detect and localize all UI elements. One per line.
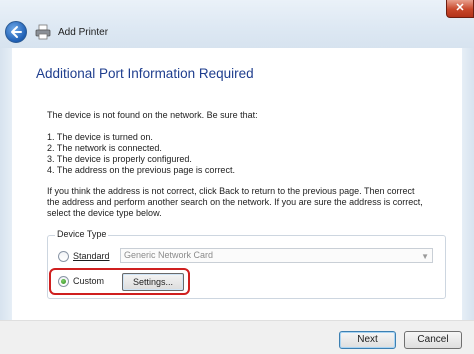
checklist-item: 4. The address on the previous page is c… [47, 165, 235, 175]
settings-button[interactable]: Settings... [122, 273, 184, 291]
page-heading: Additional Port Information Required [36, 66, 254, 81]
device-type-label: Device Type [55, 229, 109, 239]
standard-device-select[interactable]: Generic Network Card ▼ [120, 248, 433, 263]
window-frame-right [462, 48, 474, 320]
printer-icon [35, 24, 51, 40]
standard-device-value: Generic Network Card [124, 250, 214, 260]
help-text-line: If you think the address is not correct,… [47, 186, 415, 196]
standard-radio-label[interactable]: Standard [73, 251, 110, 261]
close-button[interactable]: ✕ [446, 0, 474, 18]
back-arrow-icon [11, 26, 22, 38]
footer-bar: Next Cancel [0, 320, 474, 354]
window-frame-left [0, 48, 12, 320]
chevron-down-icon: ▼ [421, 252, 429, 261]
title-bar: ✕ Add Printer [0, 0, 474, 48]
custom-radio[interactable] [58, 276, 69, 287]
checklist-item: 2. The network is connected. [47, 143, 162, 153]
back-button[interactable] [5, 21, 27, 43]
cancel-button[interactable]: Cancel [404, 331, 462, 349]
standard-radio[interactable] [58, 251, 69, 262]
checklist-item: 1. The device is turned on. [47, 132, 153, 142]
intro-text: The device is not found on the network. … [47, 110, 258, 120]
help-text-line: the address and perform another search o… [47, 197, 423, 207]
help-text-line: select the device type below. [47, 208, 162, 218]
checklist-item: 3. The device is properly configured. [47, 154, 192, 164]
next-button[interactable]: Next [339, 331, 396, 349]
dialog-title: Add Printer [58, 27, 109, 38]
standard-label-text: Standard [73, 251, 110, 261]
custom-radio-label[interactable]: Custom [73, 276, 104, 286]
